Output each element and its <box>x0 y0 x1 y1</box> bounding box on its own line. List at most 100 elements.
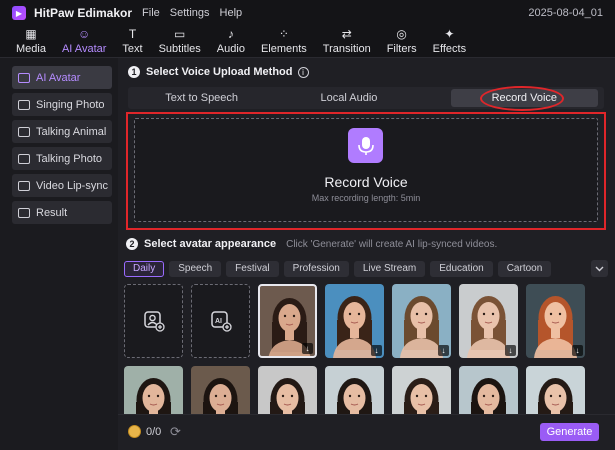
filter-education[interactable]: Education <box>430 260 493 277</box>
photo-icon <box>18 99 30 110</box>
tab-filters[interactable]: ◎ Filters <box>379 25 425 57</box>
tab-elements[interactable]: ⁘ Elements <box>253 25 315 57</box>
audio-icon: ♪ <box>227 27 234 41</box>
tab-subtitles[interactable]: ▭ Subtitles <box>151 25 209 57</box>
tab-media[interactable]: ▦ Media <box>8 25 54 57</box>
download-icon[interactable]: ↓ <box>572 345 583 356</box>
ai-generate-avatar-tile[interactable]: AI <box>191 284 250 358</box>
filter-cartoon[interactable]: Cartoon <box>497 260 552 277</box>
avatar-tile[interactable] <box>526 366 585 414</box>
chevron-down-icon <box>595 266 604 271</box>
expand-filters-button[interactable] <box>591 260 608 277</box>
filter-festival[interactable]: Festival <box>226 260 279 277</box>
animal-icon <box>18 126 30 137</box>
sidebar-item-label: AI Avatar <box>36 71 81 84</box>
microphone-icon[interactable] <box>348 128 383 163</box>
effects-icon: ✦ <box>444 27 455 41</box>
photo-icon <box>18 153 30 164</box>
step2-label: Select avatar appearance <box>144 238 277 250</box>
sidebar-item-label: Talking Animal <box>36 125 107 138</box>
credits-count: 0/0 <box>146 426 162 438</box>
media-icon: ▦ <box>25 27 37 41</box>
sidebar-item-singing-photo[interactable]: Singing Photo <box>12 93 112 116</box>
sidebar-item-label: Result <box>36 206 68 219</box>
annotation-ellipse <box>480 86 564 111</box>
record-voice-area[interactable]: Record Voice Max recording length: 5min <box>134 118 598 222</box>
app-name: HitPaw Edimakor <box>34 6 133 20</box>
avatar-tile[interactable] <box>258 366 317 414</box>
transition-icon: ⇄ <box>341 27 352 41</box>
coin-icon <box>128 425 141 438</box>
avatar-tile[interactable] <box>325 366 384 414</box>
refresh-icon[interactable]: ⟳ <box>170 424 181 440</box>
title-bar: ▶ HitPaw Edimakor File Settings Help 202… <box>0 0 615 26</box>
sidebar-item-label: Video Lip-sync <box>36 179 108 192</box>
record-length-hint: Max recording length: 5min <box>311 193 421 203</box>
filters-icon: ◎ <box>396 27 407 41</box>
tab-label: Effects <box>432 43 467 55</box>
tab-text[interactable]: T Text <box>114 25 150 57</box>
step-number: 1 <box>128 66 140 78</box>
avatar-portrait-image <box>471 378 506 414</box>
sidebar-item-talking-photo[interactable]: Talking Photo <box>12 147 112 170</box>
menu-settings[interactable]: Settings <box>170 7 210 19</box>
sidebar: AI Avatar Singing Photo Talking Animal T… <box>0 58 118 450</box>
step-number: 2 <box>126 238 138 250</box>
main-panel: 1 Select Voice Upload Method i Text to S… <box>118 58 615 450</box>
project-name: 2025-08-04_01 <box>528 7 603 19</box>
menu-help[interactable]: Help <box>220 7 243 19</box>
info-icon[interactable]: i <box>297 66 309 78</box>
download-icon[interactable]: ↓ <box>505 345 516 356</box>
tab-label: Transition <box>322 43 371 55</box>
tab-label: AI Avatar <box>61 43 107 55</box>
tab-label: Audio <box>216 43 245 55</box>
tab-label: Text <box>122 43 143 55</box>
tab-audio[interactable]: ♪ Audio <box>209 25 253 57</box>
generate-hint: Click 'Generate' will create AI lip-sync… <box>286 238 498 250</box>
avatar-portrait-image <box>270 378 305 414</box>
tab-label: Elements <box>260 43 307 55</box>
avatar-tile[interactable] <box>459 366 518 414</box>
tab-text-to-speech[interactable]: Text to Speech <box>128 89 275 107</box>
avatar-grid: AI ↓ ↓ ↓ ↓ ↓ <box>124 284 610 414</box>
sidebar-item-result[interactable]: Result <box>12 201 112 224</box>
app-logo-icon: ▶ <box>12 6 26 20</box>
footer-bar: 0/0 ⟳ Generate <box>118 414 615 450</box>
sidebar-item-video-lip-sync[interactable]: Video Lip-sync <box>12 174 112 197</box>
filter-profession[interactable]: Profession <box>283 260 349 277</box>
step1-title: 1 Select Voice Upload Method i <box>128 66 309 78</box>
tab-transition[interactable]: ⇄ Transition <box>315 25 379 57</box>
ai-create-icon: AI <box>210 311 232 332</box>
record-voice-title: Record Voice <box>324 174 408 190</box>
sidebar-item-ai-avatar[interactable]: AI Avatar <box>12 66 112 89</box>
filter-live-stream[interactable]: Live Stream <box>353 260 426 277</box>
avatar-tile[interactable] <box>124 366 183 414</box>
avatar-portrait-image <box>404 378 439 414</box>
text-icon: T <box>128 27 137 41</box>
upload-photo-tile[interactable] <box>124 284 183 358</box>
filter-daily[interactable]: Daily <box>124 260 165 277</box>
avatar-tile[interactable]: ↓ <box>325 284 384 358</box>
avatar-tile[interactable]: ↓ <box>258 284 317 358</box>
avatar-tile[interactable]: ↓ <box>459 284 518 358</box>
download-icon[interactable]: ↓ <box>371 345 382 356</box>
tab-label: Media <box>16 43 46 55</box>
avatar-tile[interactable] <box>191 366 250 414</box>
tab-ai-avatar[interactable]: ☺ AI Avatar <box>54 25 114 57</box>
avatar-tile[interactable]: ↓ <box>526 284 585 358</box>
avatar-portrait-image <box>203 378 238 414</box>
menu-file[interactable]: File <box>142 7 160 19</box>
sidebar-item-talking-animal[interactable]: Talking Animal <box>12 120 112 143</box>
download-icon[interactable]: ↓ <box>302 343 313 354</box>
avatar-portrait-image <box>538 378 573 414</box>
tab-local-audio[interactable]: Local Audio <box>275 89 422 107</box>
download-icon[interactable]: ↓ <box>438 345 449 356</box>
avatar-category-filters: Daily Speech Festival Profession Live St… <box>124 260 610 277</box>
avatar-tile[interactable] <box>392 366 451 414</box>
generate-button[interactable]: Generate <box>540 423 599 441</box>
avatar-tile[interactable]: ↓ <box>392 284 451 358</box>
step1-label: Select Voice Upload Method <box>146 66 293 78</box>
upload-avatar-icon <box>143 311 165 332</box>
tab-effects[interactable]: ✦ Effects <box>425 25 474 57</box>
filter-speech[interactable]: Speech <box>169 260 222 277</box>
